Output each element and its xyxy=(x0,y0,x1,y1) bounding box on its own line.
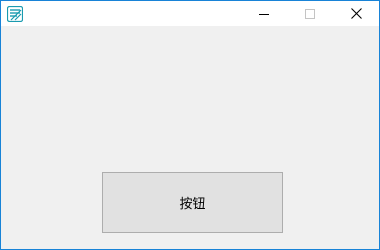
minimize-button[interactable] xyxy=(241,1,287,26)
close-button[interactable] xyxy=(333,1,379,26)
client-area: 按钮 xyxy=(1,26,379,249)
app-window: 按钮 xyxy=(0,0,380,250)
main-button[interactable]: 按钮 xyxy=(102,172,283,233)
main-button-label: 按钮 xyxy=(179,197,206,212)
maximize-button[interactable] xyxy=(287,1,333,26)
maximize-icon xyxy=(305,4,315,23)
title-bar[interactable] xyxy=(1,1,379,26)
close-icon xyxy=(350,4,362,23)
minimize-icon xyxy=(259,4,269,23)
app-icon[interactable] xyxy=(6,5,24,23)
